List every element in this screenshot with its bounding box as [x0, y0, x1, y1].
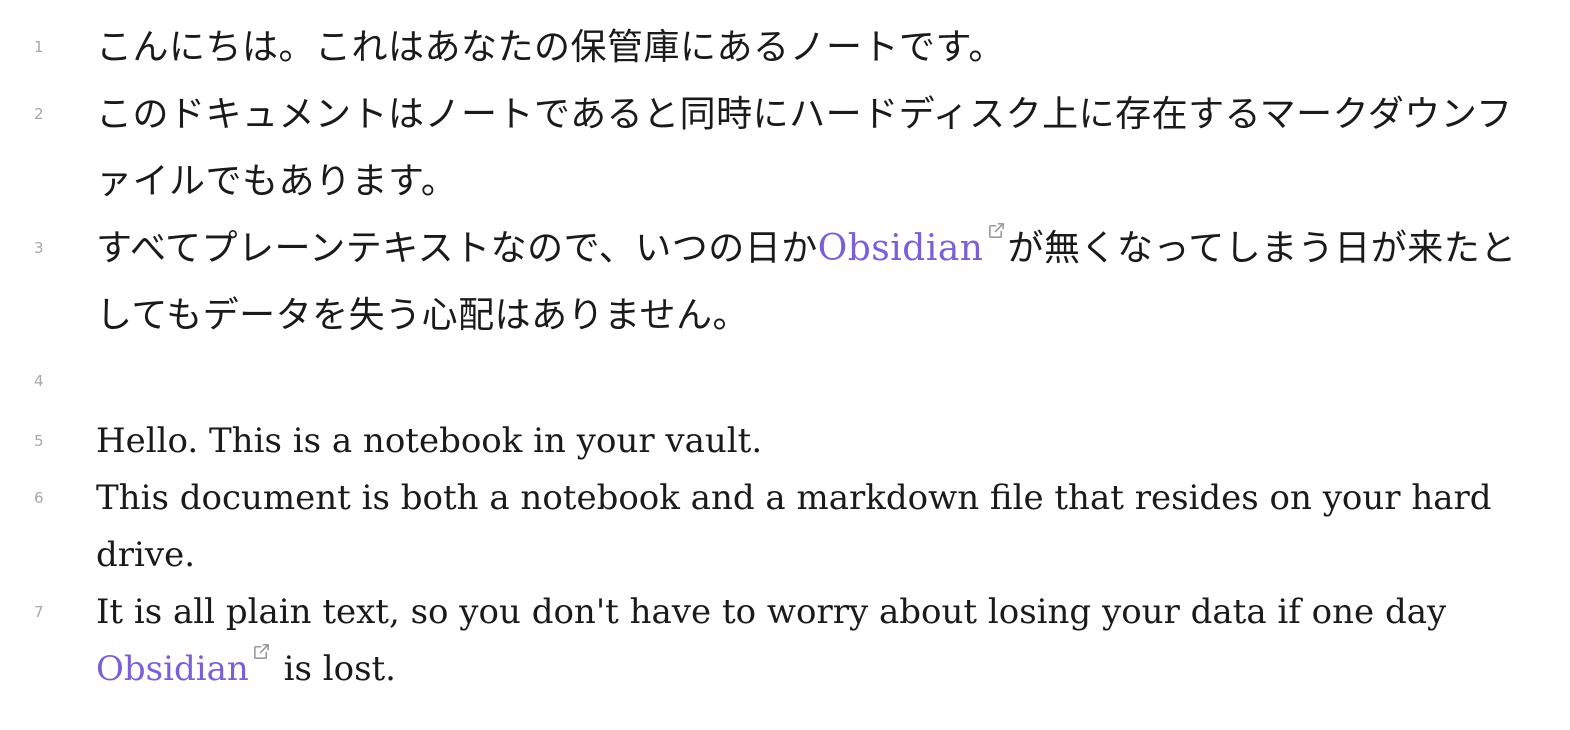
editor-line-3[interactable]: 3 すべてプレーンテキストなので、いつの日かObsidian が無くなってしまう日… [0, 215, 1570, 349]
line-text[interactable]: このドキュメントはノートであると同時にハードディスク上に存在するマークダウンファ… [96, 81, 1570, 215]
line-number: 4 [34, 372, 44, 390]
line-text-after-link: is lost. [272, 649, 396, 689]
editor-line-4[interactable]: 4 [0, 349, 1570, 413]
external-link-icon [987, 221, 1006, 240]
line-text-before-link: すべてプレーンテキストなので、いつの日か [96, 228, 818, 269]
obsidian-external-link[interactable]: Obsidian [818, 228, 984, 269]
editor-line-2[interactable]: 2 このドキュメントはノートであると同時にハードディスク上に存在するマークダウン… [0, 81, 1570, 215]
editor-line-7[interactable]: 7 It is all plain text, so you don't hav… [0, 584, 1570, 698]
line-number: 2 [34, 105, 44, 123]
obsidian-external-link[interactable]: Obsidian [96, 649, 249, 689]
line-number: 1 [34, 38, 44, 56]
line-text-before-link: It is all plain text, so you don't have … [96, 592, 1447, 632]
line-text[interactable]: Hello. This is a notebook in your vault. [96, 413, 1570, 470]
line-number: 5 [34, 432, 44, 450]
line-text[interactable]: こんにちは。これはあなたの保管庫にあるノートです。 [96, 14, 1570, 81]
line-number: 6 [34, 489, 44, 507]
external-link-icon [252, 642, 271, 661]
editor-line-1[interactable]: 1 こんにちは。これはあなたの保管庫にあるノートです。 [0, 14, 1570, 81]
line-number: 3 [34, 239, 44, 257]
editor[interactable]: 1 こんにちは。これはあなたの保管庫にあるノートです。 2 このドキュメントはノ… [0, 14, 1570, 698]
line-text[interactable]: This document is both a notebook and a m… [96, 470, 1570, 584]
editor-line-6[interactable]: 6 This document is both a notebook and a… [0, 470, 1570, 584]
editor-line-5[interactable]: 5 Hello. This is a notebook in your vaul… [0, 413, 1570, 470]
line-text[interactable]: すべてプレーンテキストなので、いつの日かObsidian が無くなってしまう日が来… [96, 215, 1570, 349]
line-text[interactable]: It is all plain text, so you don't have … [96, 584, 1570, 698]
line-number: 7 [34, 603, 44, 621]
